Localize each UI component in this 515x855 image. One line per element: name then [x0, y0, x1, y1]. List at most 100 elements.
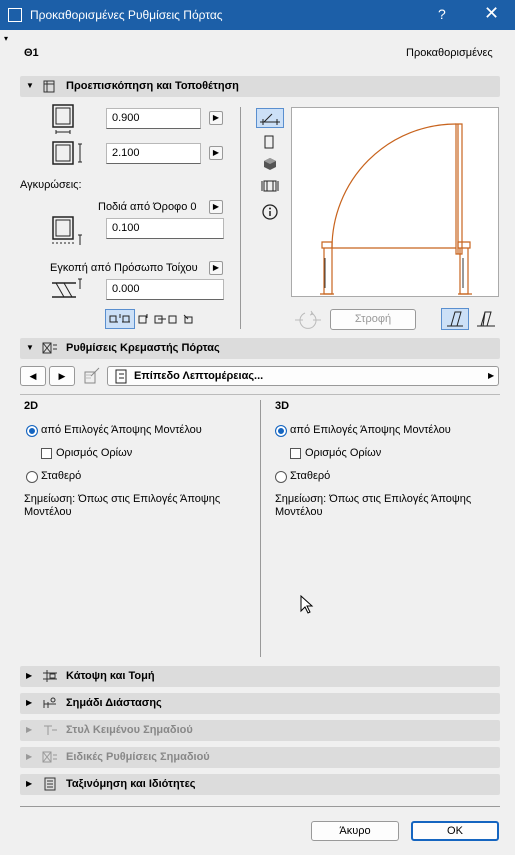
preview-section-icon [43, 80, 55, 93]
door-plan-preview [320, 123, 472, 295]
width-arrow-button[interactable]: ▶ [209, 111, 223, 125]
prev-button[interactable]: ◀ [20, 366, 46, 386]
swing-right-icon[interactable] [474, 309, 500, 329]
section-plan-header[interactable]: ▶ Κάτοψη και Τομή [20, 666, 500, 687]
col2d-fixed-radio[interactable] [26, 471, 38, 483]
section-text-style-header[interactable]: ▶ Στυλ Κειμένου Σημαδιού [20, 720, 500, 741]
hanger-divider [20, 394, 500, 395]
expand-arrow-icon: ▶ [26, 698, 33, 707]
reveal-anchor-icon [52, 278, 82, 298]
reveal-dropdown-button[interactable]: ▶ [209, 261, 223, 275]
classification-section-icon [44, 777, 56, 791]
column-divider [260, 400, 261, 657]
col3d-limits-label: Ορισμός Ορίων [305, 447, 382, 459]
section-dimension-label: Σημάδι Διάστασης [66, 697, 162, 709]
swing-left-button[interactable] [441, 308, 469, 330]
anchors-label: Αγκυρώσεις: [20, 179, 82, 191]
swing-left-icon [447, 311, 463, 327]
next-button[interactable]: ▶ [49, 366, 75, 386]
section-classification-label: Ταξινόμηση και Ιδιότητες [66, 778, 196, 790]
expand-arrow-icon: ▶ [26, 752, 33, 761]
door-preview-canvas [291, 107, 499, 297]
section-preview-label: Προεπισκόπηση και Τοποθέτηση [66, 80, 239, 92]
info-icon[interactable] [261, 203, 279, 221]
footer-divider [20, 806, 500, 807]
marker-settings-section-icon [42, 751, 57, 763]
sill-anchor-icon [52, 216, 82, 245]
col2d-model-view-label: από Επιλογές Άποψης Μοντέλου [41, 424, 202, 436]
plan-section-icon [43, 670, 57, 682]
section-marker-settings-label: Ειδικές Ρυθμίσεις Σημαδιού [66, 751, 210, 763]
anchor-center-button[interactable] [105, 309, 135, 329]
3d-view-icon[interactable] [262, 156, 278, 172]
section-hanger-header[interactable]: ▼ Ρυθμίσεις Κρεμαστής Πόρτας [20, 338, 500, 359]
col3d-model-view-label: από Επιλογές Άποψης Μοντέλου [290, 424, 451, 436]
anchor-left-icon[interactable] [137, 311, 151, 327]
expand-arrow-icon: ▶ [26, 725, 33, 734]
elevation-view-icon[interactable] [262, 134, 276, 150]
help-button[interactable]: ? [438, 6, 446, 22]
col2d-limits-checkbox[interactable] [41, 448, 52, 459]
col3d-limits-checkbox[interactable] [290, 448, 301, 459]
section-marker-settings-header[interactable]: ▶ Ειδικές Ρυθμίσεις Σημαδιού [20, 747, 500, 768]
detail-level-icon [115, 369, 127, 384]
col2d-note: Σημείωση: Όπως στις Επιλογές Άποψης Μοντ… [24, 493, 221, 518]
dropdown-arrow-icon: ▶ [488, 371, 495, 380]
collapse-arrow-icon: ▼ [26, 81, 34, 90]
section-text-style-label: Στυλ Κειμένου Σημαδιού [66, 724, 193, 736]
menu-arrow-icon[interactable]: ▾ [4, 34, 8, 43]
reveal-input[interactable]: 0.000 [106, 279, 224, 300]
col3d-note: Σημείωση: Όπως στις Επιλογές Άποψης Μοντ… [275, 493, 472, 518]
anchor-center-icon [109, 314, 130, 323]
anchor-right-icon[interactable] [182, 311, 196, 327]
col2d-model-view-radio[interactable] [26, 425, 38, 437]
hanger-section-icon [42, 342, 57, 354]
rotate-button[interactable]: Στροφή [330, 309, 416, 330]
ok-button[interactable]: OK [411, 821, 499, 841]
anchor-mid-left-icon[interactable] [153, 311, 167, 327]
plan-view-button[interactable] [256, 108, 284, 128]
section-classification-header[interactable]: ▶ Ταξινόμηση και Ιδιότητες [20, 774, 500, 795]
mouse-cursor-icon [300, 595, 314, 614]
sill-dropdown-label[interactable]: Ποδιά από Όροφο 0 [98, 201, 196, 213]
sill-dropdown-button[interactable]: ▶ [209, 200, 223, 214]
window-title: Προκαθορισμένες Ρυθμίσεις Πόρτας [30, 8, 223, 22]
height-input[interactable]: 2.100 [106, 143, 201, 164]
door-width-icon [52, 104, 74, 134]
collapse-arrow-icon: ▼ [26, 343, 34, 352]
height-arrow-button[interactable]: ▶ [209, 146, 223, 160]
cancel-button[interactable]: Άκυρο [311, 821, 399, 841]
col3d-title: 3D [275, 400, 290, 412]
section-plan-label: Κάτοψη και Τομή [66, 670, 155, 682]
rotate-icon [295, 310, 321, 329]
col3d-fixed-label: Σταθερό [290, 470, 331, 482]
expand-arrow-icon: ▶ [26, 779, 33, 788]
anchor-mid-right-icon[interactable] [167, 311, 181, 327]
detail-level-label: Επίπεδο Λεπτομέρειας... [134, 370, 264, 382]
section-dimension-header[interactable]: ▶ Σημάδι Διάστασης [20, 693, 500, 714]
detail-level-dropdown[interactable]: Επίπεδο Λεπτομέρειας... ▶ [107, 366, 499, 386]
edit-icon[interactable] [82, 367, 102, 385]
col3d-fixed-radio[interactable] [275, 471, 287, 483]
section-view-icon[interactable] [261, 178, 279, 194]
col2d-fixed-label: Σταθερό [41, 470, 82, 482]
sill-input[interactable]: 0.100 [106, 218, 224, 239]
col2d-limits-label: Ορισμός Ορίων [56, 447, 133, 459]
door-height-icon [52, 141, 82, 165]
plan-view-icon [260, 113, 280, 125]
reveal-dropdown-label[interactable]: Εγκοπή από Πρόσωπο Τοίχου [50, 262, 198, 274]
text-style-section-icon [44, 725, 57, 735]
section-preview-header[interactable]: ▼ Προεπισκόπηση και Τοποθέτηση [20, 76, 500, 97]
preview-divider [240, 107, 241, 329]
expand-arrow-icon: ▶ [26, 671, 33, 680]
title-bar: Προκαθορισμένες Ρυθμίσεις Πόρτας ? ✕ [0, 0, 515, 30]
section-hanger-label: Ρυθμίσεις Κρεμαστής Πόρτας [66, 342, 220, 354]
door-id: Θ1 [24, 47, 39, 59]
close-button[interactable]: ✕ [484, 3, 499, 24]
app-icon [8, 8, 22, 22]
dimension-section-icon [43, 697, 56, 708]
width-input[interactable]: 0.900 [106, 108, 201, 129]
col2d-title: 2D [24, 400, 39, 412]
col3d-model-view-radio[interactable] [275, 425, 287, 437]
preset-label: Προκαθορισμένες [406, 47, 493, 59]
